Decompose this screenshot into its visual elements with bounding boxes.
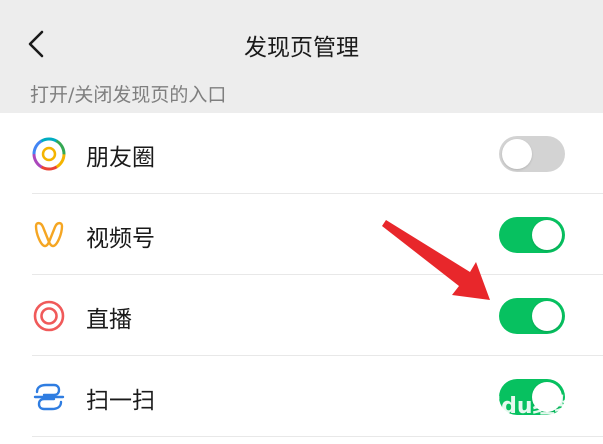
watermark-brand: Baidu经验: [462, 394, 577, 419]
watermark-url: jingyan.baidu.com: [464, 418, 575, 431]
navigation-bar: 发现页管理: [0, 0, 603, 80]
list-item-live: 直播: [0, 275, 603, 356]
list-item-moments: 朋友圈: [0, 113, 603, 194]
moments-icon: [32, 137, 66, 171]
watermark-logo: Baidu经验 jingyan.baidu.com: [462, 384, 602, 442]
list-item-label: 视频号: [86, 226, 155, 252]
moments-toggle[interactable]: [499, 136, 565, 172]
list-item-channels: 视频号: [0, 194, 603, 275]
page-title: 发现页管理: [244, 35, 359, 61]
channels-toggle[interactable]: [499, 217, 565, 253]
scan-icon: [32, 380, 66, 414]
toggle-knob: [532, 220, 562, 250]
channels-icon: [32, 218, 66, 252]
section-caption: 打开/关闭发现页的入口: [30, 84, 227, 106]
live-icon: [32, 299, 66, 333]
list-item-label: 直播: [86, 307, 132, 333]
toggle-knob: [532, 301, 562, 331]
live-toggle[interactable]: [499, 298, 565, 334]
list-item-label: 朋友圈: [86, 145, 155, 171]
list-item-label: 扫一扫: [86, 388, 155, 414]
toggle-knob: [502, 139, 532, 169]
